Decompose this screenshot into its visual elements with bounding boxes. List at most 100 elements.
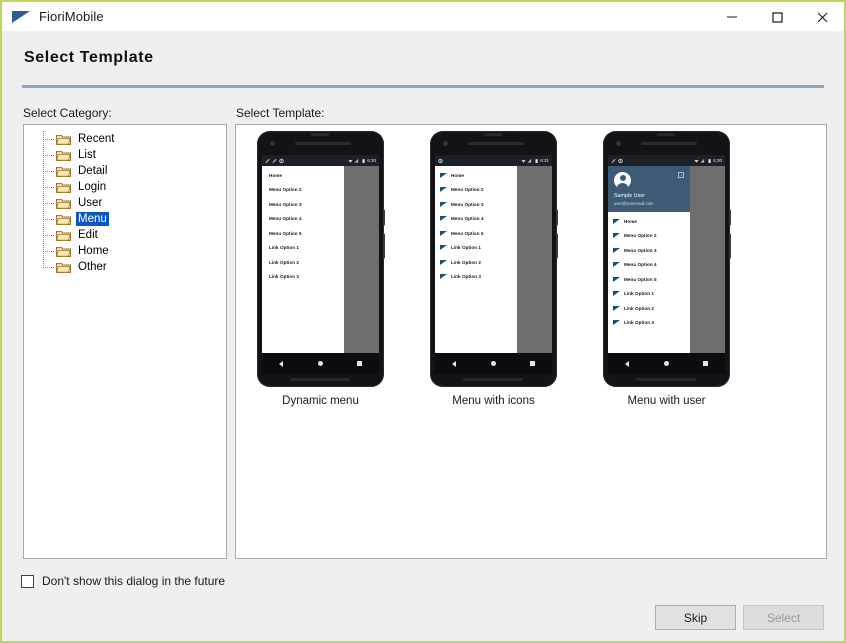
folder-icon [56, 165, 71, 178]
phone-top-bezel [603, 131, 730, 155]
drawer-menu-item[interactable]: Menu Option 3 [608, 243, 690, 258]
category-tree-item-other[interactable]: Other [24, 259, 226, 275]
skip-button[interactable]: Skip [655, 605, 736, 630]
folder-icon [56, 149, 71, 162]
dialog-header: Select Template [2, 31, 844, 93]
status-time: 6:30 [713, 158, 722, 163]
drawer-scrim[interactable] [517, 166, 552, 353]
user-email: user@somemail.com [614, 200, 654, 206]
menu-item-label: Link Option 3 [451, 274, 481, 280]
dont-show-again-row[interactable]: Don't show this dialog in the future [21, 574, 225, 588]
drawer-menu-item[interactable]: Link Option 1 [262, 241, 344, 256]
menu-item-label: Link Option 3 [624, 320, 654, 326]
phone-screen: 6:30 Home Menu Option 2 Menu Option 3 Menu O… [262, 155, 379, 353]
account-switch-icon[interactable] [678, 172, 684, 178]
phone-bottom-bezel [257, 374, 384, 387]
menu-item-label: Link Option 2 [269, 259, 299, 265]
phone-volume-button [556, 233, 558, 259]
template-card-icons[interactable]: 6:31 Home Menu Option 2 Menu Option 3 Menu O… [427, 131, 560, 407]
nav-recents-icon[interactable] [530, 361, 535, 366]
phone-preview[interactable]: 6:31 Home Menu Option 2 Menu Option 3 Menu O… [430, 131, 558, 387]
drawer-menu-item[interactable]: Link Option 1 [435, 241, 517, 256]
dialog-body: Select Category: Select Template: Recent… [2, 93, 844, 641]
minimize-button[interactable] [709, 2, 754, 31]
close-button[interactable] [799, 2, 844, 31]
category-tree-item-list[interactable]: List [24, 147, 226, 163]
menu-item-flag-icon [613, 262, 620, 268]
template-caption: Menu with icons [452, 395, 535, 407]
menu-item-flag-icon [613, 305, 620, 311]
drawer-menu-item[interactable]: Link Option 2 [435, 255, 517, 270]
template-card-user[interactable]: 6:30 Sample User user@somemail.com Home Menu… [600, 131, 733, 407]
drawer-user-header: Sample User user@somemail.com [608, 166, 690, 212]
tree-connector [39, 179, 56, 195]
drawer-scrim[interactable] [344, 166, 379, 353]
template-caption: Menu with user [627, 395, 706, 407]
category-tree-item-recent[interactable]: Recent [24, 131, 226, 147]
drawer-menu-item[interactable]: Link Option 1 [608, 287, 690, 302]
drawer-menu-item[interactable]: Menu Option 2 [262, 183, 344, 198]
phone-bottom-bezel [430, 374, 557, 387]
category-tree-item-label: List [78, 149, 96, 161]
phone-volume-button [729, 233, 731, 259]
status-right-icons: 6:31 [521, 158, 549, 164]
drawer-menu-item[interactable]: Menu Option 4 [262, 212, 344, 227]
phone-preview[interactable]: 6:30 Home Menu Option 2 Menu Option 3 Menu O… [257, 131, 385, 387]
drawer-menu-item[interactable]: Home [435, 168, 517, 183]
category-tree-item-edit[interactable]: Edit [24, 227, 226, 243]
nav-back-icon[interactable] [625, 360, 630, 367]
drawer-menu-item[interactable]: Menu Option 5 [435, 226, 517, 241]
nav-home-icon[interactable] [317, 361, 323, 366]
drawer-menu-item[interactable]: Menu Option 4 [435, 212, 517, 227]
signal-icon [527, 158, 532, 164]
drawer-menu-item[interactable]: Menu Option 5 [262, 226, 344, 241]
nav-home-icon[interactable] [490, 361, 496, 366]
category-tree-item-login[interactable]: Login [24, 179, 226, 195]
phone-notch [311, 133, 329, 136]
menu-item-label: Menu Option 2 [269, 187, 302, 193]
category-tree-panel[interactable]: Recent List Detail Login User Menu Edit Home Oth… [23, 124, 227, 559]
drawer-scrim[interactable] [690, 166, 725, 353]
phone-preview[interactable]: 6:30 Sample User user@somemail.com Home Menu… [603, 131, 731, 387]
drawer-menu-item[interactable]: Home [262, 168, 344, 183]
template-gallery-panel[interactable]: 6:30 Home Menu Option 2 Menu Option 3 Menu O… [235, 124, 827, 559]
drawer-menu-item[interactable]: Link Option 3 [608, 316, 690, 331]
drawer-menu-item[interactable]: Menu Option 4 [608, 258, 690, 273]
drawer-menu-item[interactable]: Link Option 3 [262, 270, 344, 285]
status-right-icons: 6:30 [694, 158, 722, 164]
drawer-menu-item[interactable]: Menu Option 5 [608, 272, 690, 287]
screen-body: Home Menu Option 2 Menu Option 3 Menu Optio… [262, 166, 379, 353]
tree-connector [39, 147, 56, 163]
screen-body: Sample User user@somemail.com Home Menu Opt… [608, 166, 725, 353]
wifi-icon [348, 158, 353, 164]
folder-icon [56, 197, 71, 210]
android-nav-bar [608, 353, 725, 374]
drawer-menu-item[interactable]: Menu Option 2 [608, 229, 690, 244]
phone-top-bezel [257, 131, 384, 155]
category-tree-item-user[interactable]: User [24, 195, 226, 211]
drawer-menu-item[interactable]: Home [608, 214, 690, 229]
category-tree-item-label: Login [78, 181, 107, 193]
category-tree-item-detail[interactable]: Detail [24, 163, 226, 179]
drawer-menu-item[interactable]: Link Option 2 [608, 301, 690, 316]
template-gallery-row: 6:30 Home Menu Option 2 Menu Option 3 Menu O… [236, 125, 826, 407]
drawer-menu-item[interactable]: Menu Option 2 [435, 183, 517, 198]
nav-recents-icon[interactable] [357, 361, 362, 366]
nav-home-icon[interactable] [663, 361, 669, 366]
category-tree-item-menu[interactable]: Menu [24, 211, 226, 227]
avatar [614, 172, 631, 189]
nav-recents-icon[interactable] [703, 361, 708, 366]
category-tree-item-home[interactable]: Home [24, 243, 226, 259]
drawer-menu-item[interactable]: Menu Option 3 [262, 197, 344, 212]
menu-item-label: Menu Option 4 [269, 216, 302, 222]
dont-show-again-checkbox[interactable] [21, 574, 34, 588]
nav-back-icon[interactable] [279, 360, 284, 367]
maximize-button[interactable] [754, 2, 799, 31]
phone-camera-icon [270, 141, 275, 146]
drawer-menu-item[interactable]: Menu Option 3 [435, 197, 517, 212]
nav-back-icon[interactable] [452, 360, 457, 367]
menu-item-label: Link Option 1 [451, 245, 481, 251]
drawer-menu-item[interactable]: Link Option 2 [262, 255, 344, 270]
drawer-menu-item[interactable]: Link Option 3 [435, 270, 517, 285]
template-card-plain[interactable]: 6:30 Home Menu Option 2 Menu Option 3 Menu O… [254, 131, 387, 407]
